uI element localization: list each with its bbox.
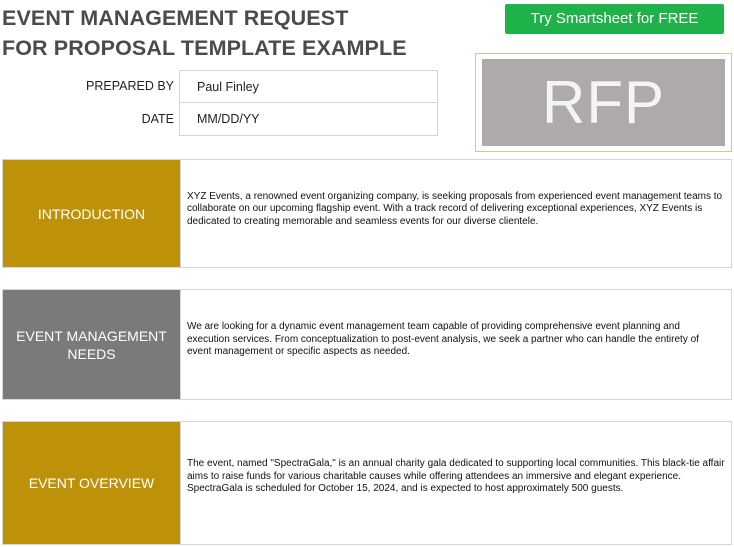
- date-field[interactable]: MM/DD/YY: [179, 103, 438, 136]
- rfp-template-page: EVENT MANAGEMENT REQUEST FOR PROPOSAL TE…: [0, 0, 734, 547]
- page-title-line-1: EVENT MANAGEMENT REQUEST: [2, 6, 349, 30]
- section-text: The event, named "SpectraGala," is an an…: [187, 458, 725, 495]
- section-body[interactable]: We are looking for a dynamic event manag…: [180, 290, 731, 399]
- section-event-management-needs: EVENT MANAGEMENT NEEDS We are looking fo…: [2, 289, 732, 400]
- page-title-line-2: FOR PROPOSAL TEMPLATE EXAMPLE: [2, 36, 407, 60]
- date-label: DATE: [141, 112, 174, 126]
- prepared-by-field[interactable]: Paul Finley: [179, 70, 438, 103]
- section-heading: EVENT MANAGEMENT NEEDS: [3, 290, 180, 399]
- section-text: We are looking for a dynamic event manag…: [187, 321, 699, 358]
- section-introduction: INTRODUCTION XYZ Events, a renowned even…: [2, 159, 732, 268]
- prepared-by-row: PREPARED BY Paul Finley: [0, 70, 438, 103]
- section-event-overview: EVENT OVERVIEW The event, named "Spectra…: [2, 421, 732, 545]
- rfp-badge-frame: RFP: [475, 53, 732, 152]
- section-text: XYZ Events, a renowned event organizing …: [187, 190, 723, 227]
- try-smartsheet-button[interactable]: Try Smartsheet for FREE: [505, 4, 724, 34]
- section-body[interactable]: The event, named "SpectraGala," is an an…: [180, 422, 731, 544]
- prepared-by-label: PREPARED BY: [86, 79, 174, 93]
- section-body[interactable]: XYZ Events, a renowned event organizing …: [180, 160, 731, 267]
- date-row: DATE MM/DD/YY: [0, 103, 438, 136]
- page-title: EVENT MANAGEMENT REQUEST FOR PROPOSAL TE…: [2, 3, 472, 63]
- section-heading: INTRODUCTION: [3, 160, 180, 267]
- section-heading: EVENT OVERVIEW: [3, 422, 180, 544]
- rfp-badge: RFP: [482, 59, 725, 146]
